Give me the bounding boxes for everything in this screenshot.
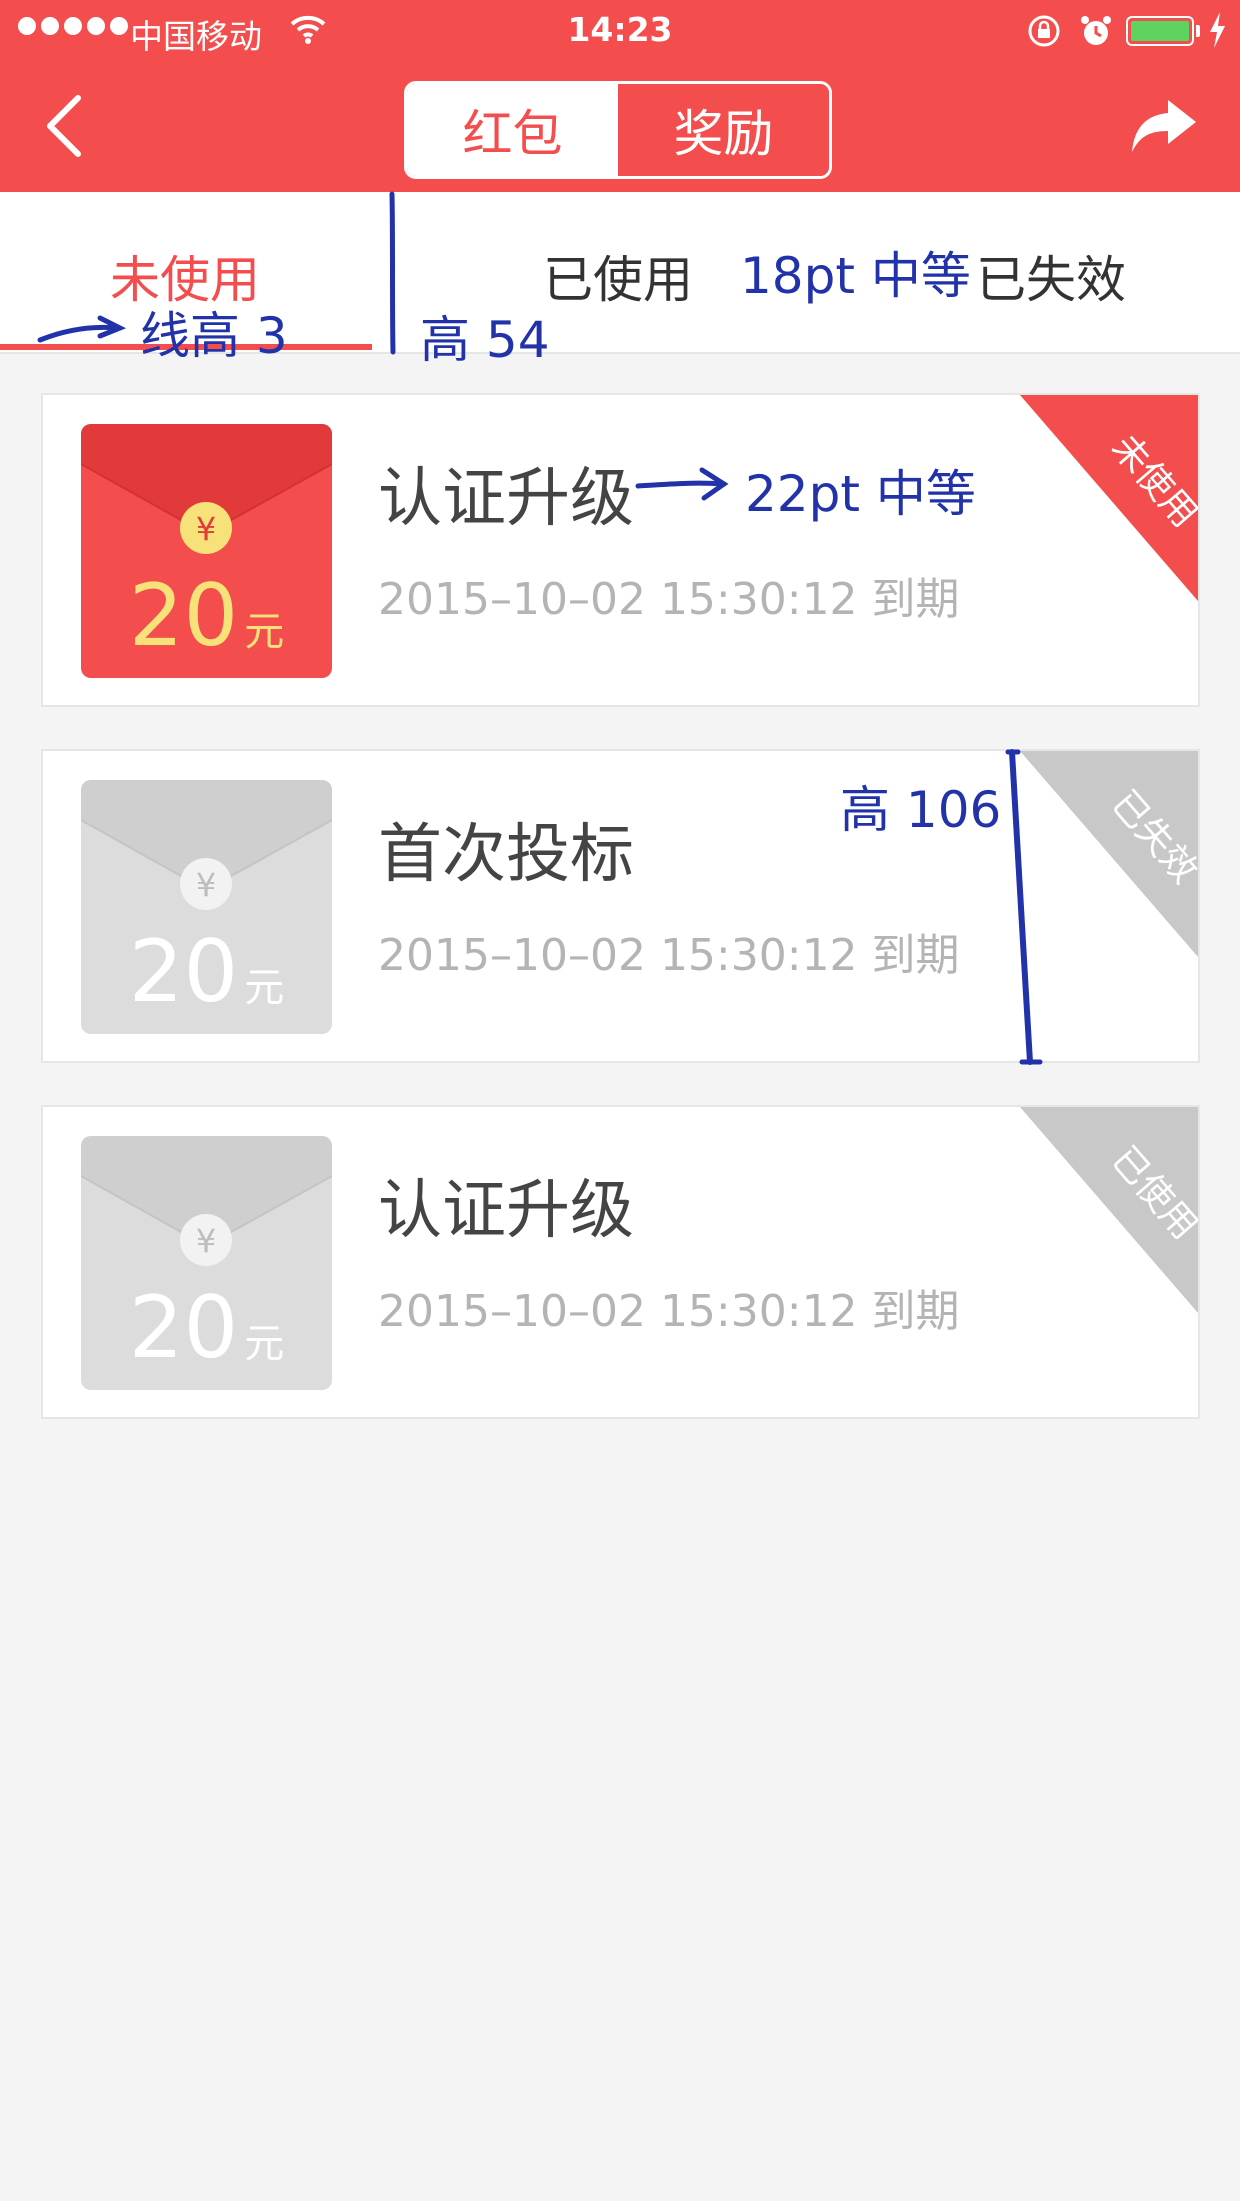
annotation-title-font: 22pt 中等 bbox=[745, 465, 976, 523]
app-header: 中国移动 14:23 红包 奖励 bbox=[0, 0, 1240, 192]
svg-text:¥: ¥ bbox=[196, 1222, 216, 1260]
tab-expired[interactable]: 已失效 bbox=[976, 240, 1126, 312]
nav-bar: 红包 奖励 bbox=[0, 60, 1240, 192]
battery-icon bbox=[1126, 16, 1194, 46]
card-expiry: 2015–10–02 15:30:12 到期 bbox=[378, 1286, 960, 1337]
card-expiry: 2015–10–02 15:30:12 到期 bbox=[378, 930, 960, 981]
annotation-underline-height: 线高 3 bbox=[140, 307, 288, 365]
amount-unit: 元 bbox=[244, 609, 285, 655]
status-bar: 中国移动 14:23 bbox=[0, 0, 1240, 60]
share-icon[interactable] bbox=[1128, 94, 1200, 158]
status-corner-badge: 已使用 bbox=[1020, 1107, 1198, 1313]
grey-envelope-icon: ¥ 20 元 bbox=[81, 780, 332, 1034]
red-envelope-icon: ¥ 20 元 bbox=[81, 424, 332, 678]
amount-unit: 元 bbox=[244, 965, 285, 1011]
status-corner-badge: 未使用 bbox=[1020, 395, 1198, 601]
segment-red-packet[interactable]: 红包 bbox=[407, 84, 618, 176]
amount-value: 20 bbox=[128, 1278, 239, 1378]
segment-control: 红包 奖励 bbox=[404, 81, 832, 179]
card-title: 认证升级 bbox=[378, 462, 634, 536]
status-corner-badge: 已失效 bbox=[1020, 751, 1198, 957]
segment-reward[interactable]: 奖励 bbox=[618, 84, 829, 176]
annotation-card-height: 高 106 bbox=[840, 781, 1002, 839]
tab-used[interactable]: 已使用 bbox=[543, 240, 693, 312]
amount-value: 20 bbox=[128, 922, 239, 1022]
amount-unit: 元 bbox=[244, 1321, 285, 1367]
svg-text:¥: ¥ bbox=[196, 866, 216, 904]
card-title: 首次投标 bbox=[378, 818, 634, 892]
card-expiry: 2015–10–02 15:30:12 到期 bbox=[378, 574, 960, 625]
svg-text:¥: ¥ bbox=[196, 510, 216, 548]
red-packet-card[interactable]: ¥ 20 元 认证升级 2015–10–02 15:30:12 到期 已使用 bbox=[41, 1105, 1200, 1419]
annotation-tab-font: 18pt 中等 bbox=[740, 247, 971, 305]
card-title: 认证升级 bbox=[378, 1174, 634, 1248]
amount-value: 20 bbox=[128, 566, 239, 666]
grey-envelope-icon: ¥ 20 元 bbox=[81, 1136, 332, 1390]
charging-icon bbox=[1210, 12, 1225, 48]
back-icon[interactable] bbox=[30, 90, 100, 160]
alarm-icon bbox=[1081, 16, 1111, 45]
red-packet-card[interactable]: ¥ 20 元 认证升级 2015–10–02 15:30:12 到期 未使用 bbox=[41, 393, 1200, 707]
rotation-lock-icon bbox=[1028, 15, 1060, 47]
red-packet-card[interactable]: ¥ 20 元 首次投标 2015–10–02 15:30:12 到期 已失效 bbox=[41, 749, 1200, 1063]
annotation-tab-height: 高 54 bbox=[420, 311, 550, 369]
